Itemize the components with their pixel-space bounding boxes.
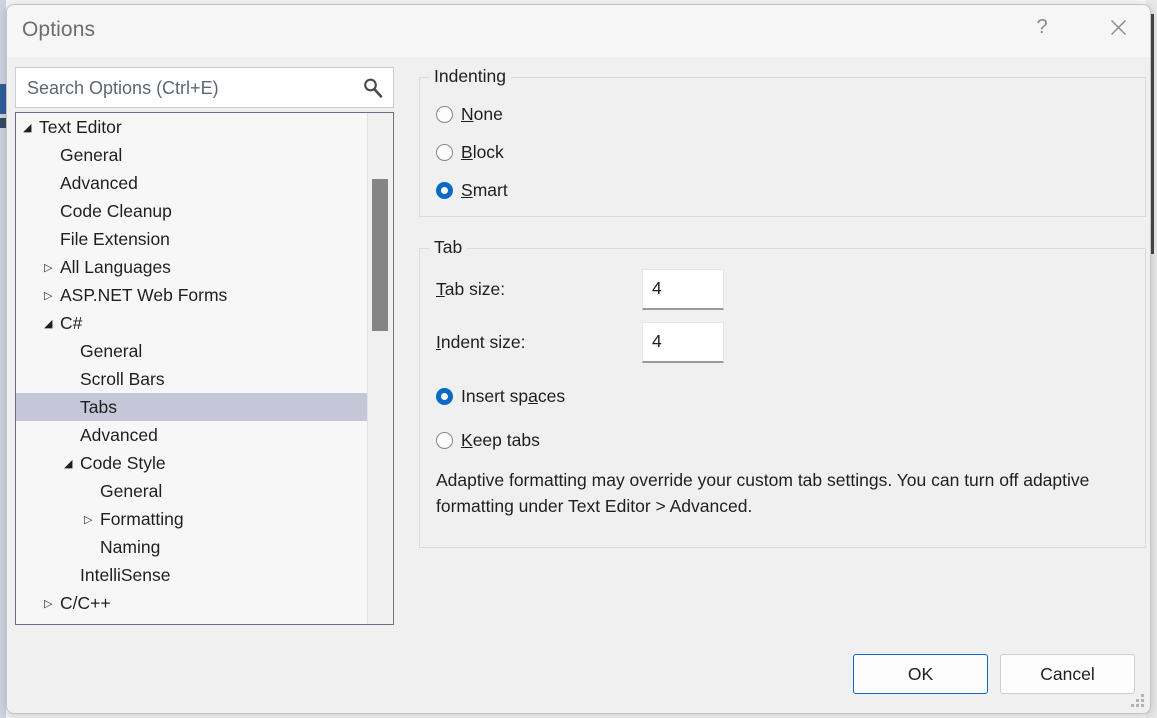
tab-size-label: Tab size: <box>436 279 505 300</box>
tree-item-label: Text Editor <box>39 117 122 138</box>
radio-mark <box>436 144 453 161</box>
radio-indenting-none[interactable]: None <box>436 104 503 125</box>
radio-mark <box>436 432 453 449</box>
tree-item-label: ASP.NET Web Forms <box>60 285 227 306</box>
radio-label: Keep tabs <box>461 430 540 451</box>
tree-item-label: C# <box>60 313 82 334</box>
search-input[interactable]: Search Options (Ctrl+E) <box>15 67 394 108</box>
radio-keep-tabs[interactable]: Keep tabs <box>436 430 540 451</box>
chevron-expanded-icon[interactable]: ◢ <box>64 457 80 470</box>
tree-item-tabs[interactable]: Tabs <box>16 393 369 421</box>
tree-item-general[interactable]: General <box>16 141 369 169</box>
options-tree-list: ◢Text EditorGeneralAdvancedCode CleanupF… <box>16 113 369 617</box>
indent-size-input[interactable]: 4 <box>642 322 724 363</box>
ok-button-label: OK <box>908 664 933 685</box>
indenting-group: Indenting <box>419 77 1146 217</box>
tree-item-label: Code Style <box>80 453 166 474</box>
cancel-button-label: Cancel <box>1040 664 1094 685</box>
tree-item-advanced[interactable]: Advanced <box>16 169 369 197</box>
tree-item-label: IntelliSense <box>80 565 170 586</box>
tree-item-file-extension[interactable]: File Extension <box>16 225 369 253</box>
tree-item-general[interactable]: General <box>16 477 369 505</box>
radio-insert-spaces[interactable]: Insert spaces <box>436 386 565 407</box>
tree-item-label: Formatting <box>100 509 184 530</box>
radio-indenting-smart[interactable]: Smart <box>436 180 508 201</box>
close-icon <box>1110 19 1127 36</box>
tree-item-intellisense[interactable]: IntelliSense <box>16 561 369 589</box>
radio-mark <box>436 388 453 405</box>
indent-size-value: 4 <box>652 331 662 352</box>
tree-item-label: Advanced <box>60 173 138 194</box>
cancel-button[interactable]: Cancel <box>1000 654 1135 694</box>
radio-indenting-block[interactable]: Block <box>436 142 504 163</box>
tree-item-naming[interactable]: Naming <box>16 533 369 561</box>
adaptive-formatting-note: Adaptive formatting may override your cu… <box>436 467 1096 519</box>
radio-label: Insert spaces <box>461 386 565 407</box>
tree-item-label: C/C++ <box>60 593 111 614</box>
close-button[interactable] <box>1095 5 1141 49</box>
dialog-title-bar: Options ? <box>7 5 1150 57</box>
radio-mark <box>436 182 453 199</box>
chevron-collapsed-icon[interactable]: ▷ <box>84 513 100 526</box>
tree-item-asp-net-web-forms[interactable]: ▷ASP.NET Web Forms <box>16 281 369 309</box>
tab-size-value: 4 <box>652 278 662 299</box>
tree-item-c-c[interactable]: ▷C/C++ <box>16 589 369 617</box>
indenting-group-title: Indenting <box>429 66 511 87</box>
chevron-expanded-icon[interactable]: ◢ <box>44 317 60 330</box>
tree-item-general[interactable]: General <box>16 337 369 365</box>
chevron-expanded-icon[interactable]: ◢ <box>23 121 39 134</box>
tree-scrollbar[interactable] <box>367 113 392 624</box>
tree-item-label: Naming <box>100 537 160 558</box>
tree-item-label: General <box>80 341 142 362</box>
tree-item-label: Code Cleanup <box>60 201 172 222</box>
radio-label: None <box>461 104 503 125</box>
tree-item-c[interactable]: ◢C# <box>16 309 369 337</box>
tree-scrollbar-thumb[interactable] <box>372 179 388 331</box>
radio-label: Smart <box>461 180 508 201</box>
dialog-title: Options <box>22 18 95 42</box>
tree-item-label: Advanced <box>80 425 158 446</box>
tab-size-input[interactable]: 4 <box>642 269 724 310</box>
tree-item-label: File Extension <box>60 229 170 250</box>
ok-button[interactable]: OK <box>853 654 988 694</box>
tree-item-code-cleanup[interactable]: Code Cleanup <box>16 197 369 225</box>
tree-item-advanced[interactable]: Advanced <box>16 421 369 449</box>
search-placeholder-text: Search Options (Ctrl+E) <box>27 78 219 99</box>
tree-item-formatting[interactable]: ▷Formatting <box>16 505 369 533</box>
tree-item-label: All Languages <box>60 257 171 278</box>
tree-item-all-languages[interactable]: ▷All Languages <box>16 253 369 281</box>
search-icon[interactable] <box>361 76 385 100</box>
radio-label: Block <box>461 142 504 163</box>
options-tree-panel[interactable]: ◢Text EditorGeneralAdvancedCode CleanupF… <box>15 112 394 625</box>
tree-item-label: Tabs <box>80 397 117 418</box>
chevron-collapsed-icon[interactable]: ▷ <box>44 597 60 610</box>
tree-item-code-style[interactable]: ◢Code Style <box>16 449 369 477</box>
tree-item-label: General <box>100 481 162 502</box>
help-button[interactable]: ? <box>1019 5 1065 49</box>
radio-mark <box>436 106 453 123</box>
indent-size-label: Indent size: <box>436 332 526 353</box>
question-mark-icon: ? <box>1036 16 1047 39</box>
tab-group-title: Tab <box>429 237 467 258</box>
tree-item-label: General <box>60 145 122 166</box>
tree-item-text-editor[interactable]: ◢Text Editor <box>16 113 369 141</box>
chevron-collapsed-icon[interactable]: ▷ <box>44 261 60 274</box>
tree-item-scroll-bars[interactable]: Scroll Bars <box>16 365 369 393</box>
options-dialog: Options ? Search Options (Ctrl+E) ◢Text … <box>6 4 1151 714</box>
tree-item-label: Scroll Bars <box>80 369 165 390</box>
chevron-collapsed-icon[interactable]: ▷ <box>44 289 60 302</box>
resize-grip-icon[interactable] <box>1131 694 1145 708</box>
